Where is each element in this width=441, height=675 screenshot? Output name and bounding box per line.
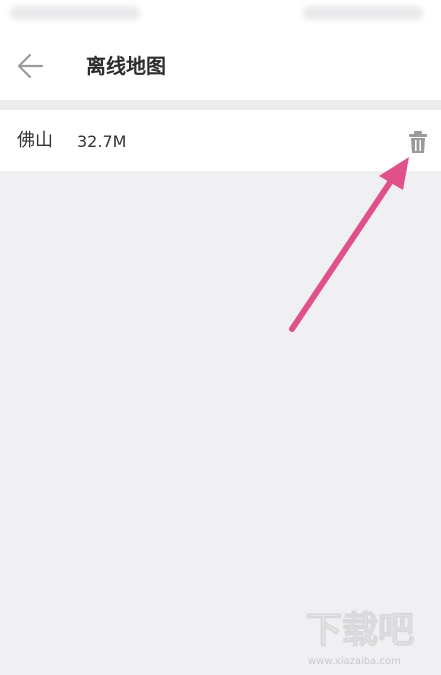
section-divider [0, 100, 441, 110]
trash-icon [409, 131, 427, 153]
watermark-url: www.xiazaiba.com [308, 656, 401, 667]
status-bar-carrier-info [10, 6, 140, 20]
arrow-left-icon [17, 53, 44, 79]
page-title: 离线地图 [86, 54, 166, 78]
watermark-logo-text: 下载吧 [306, 610, 414, 651]
watermark-graphic: 下载吧 www.xiazaiba.com [305, 609, 414, 667]
offline-map-item[interactable]: 佛山 32.7M [0, 110, 441, 171]
header: 离线地图 [0, 28, 441, 100]
delete-map-button[interactable] [404, 128, 432, 156]
back-button[interactable] [10, 48, 52, 84]
offline-map-city-name: 佛山 [17, 130, 53, 151]
watermark: 下载吧 www.xiazaiba.com [300, 600, 441, 671]
offline-map-file-size: 32.7M [77, 132, 127, 151]
status-bar-system-icons [303, 6, 423, 20]
status-bar [0, 0, 441, 28]
